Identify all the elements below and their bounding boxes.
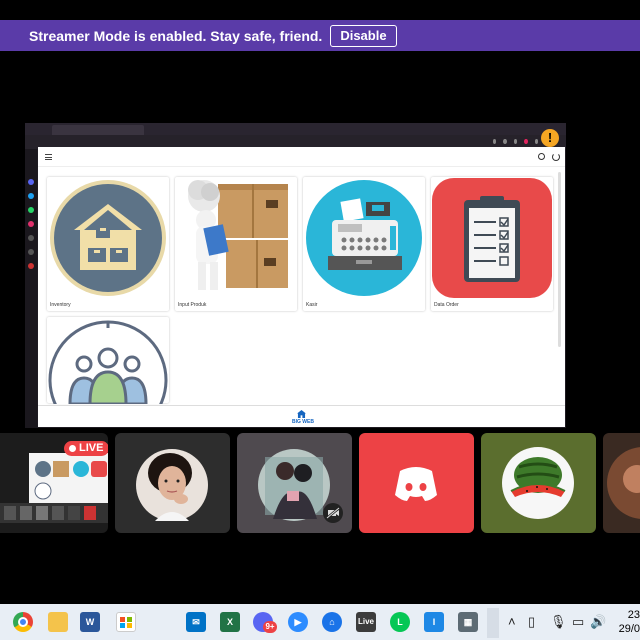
card-label: Inventory: [50, 302, 71, 308]
avatar: [136, 449, 208, 521]
network-icon[interactable]: ▭: [572, 612, 584, 632]
teams-icon[interactable]: I: [424, 612, 444, 632]
boxes-person-icon: [176, 178, 296, 298]
discord-logo-icon: [395, 467, 437, 501]
calculator-icon[interactable]: ▦: [458, 612, 478, 632]
stream-preview-screen: [29, 453, 108, 503]
inventory-web-app: Inventory Input Produk Kasir Data Order …: [38, 147, 565, 427]
browser-tabbar: [25, 123, 566, 135]
microphone-icon[interactable]: 🎙: [550, 612, 567, 632]
word-icon[interactable]: W: [80, 612, 100, 632]
card-label: Data Order: [434, 302, 459, 308]
bottom-nav: BIG WEB: [38, 405, 565, 427]
excel-icon[interactable]: X: [220, 612, 240, 632]
windows-taskbar: W ✉ X 9+ ▶ ⌂ Live L I ▦ ˄ ▯ 🎙 ▭ 🔊 23 29/…: [0, 604, 640, 640]
menu-card-inventory[interactable]: Inventory: [47, 177, 169, 311]
warehouse-icon: [48, 178, 168, 298]
avatar: [502, 447, 574, 519]
chevron-up-icon[interactable]: ˄: [508, 612, 516, 632]
menu-card-data-order[interactable]: Data Order: [431, 177, 553, 311]
streamer-mode-banner: Streamer Mode is enabled. Stay safe, fri…: [0, 20, 640, 51]
app-header: [38, 147, 565, 167]
discord-badge: 9+: [263, 621, 277, 633]
clock-time: 23: [627, 609, 640, 621]
file-explorer-icon[interactable]: [48, 612, 68, 632]
clipboard-checklist-icon: [432, 178, 552, 298]
live-badge: LIVE: [64, 441, 108, 456]
exclamation-icon[interactable]: !: [541, 129, 559, 147]
stream-preview-taskbar: [0, 503, 108, 523]
zoom-icon[interactable]: ▶: [288, 612, 308, 632]
card-label: Input Produk: [178, 302, 207, 308]
chrome-icon[interactable]: [13, 612, 33, 632]
browser-extension-icons: [493, 139, 539, 145]
home-icon[interactable]: [297, 410, 306, 418]
search-icon[interactable]: [538, 153, 545, 160]
disable-streamer-mode-button[interactable]: Disable: [330, 24, 397, 47]
users-group-icon: [48, 318, 168, 404]
desktop: Streamer Mode is enabled. Stay safe, fri…: [0, 0, 640, 640]
cash-register-icon: [304, 178, 424, 298]
chrome-remote-icon[interactable]: ⌂: [322, 612, 342, 632]
participant-tile-discord[interactable]: [359, 433, 474, 533]
browser-tab: [52, 125, 144, 135]
refresh-icon[interactable]: [552, 153, 560, 161]
line-icon[interactable]: L: [390, 612, 410, 632]
scrollbar[interactable]: [558, 172, 561, 347]
system-clock[interactable]: 23 29/0: [602, 608, 640, 636]
card-label: Kasir: [306, 302, 318, 308]
avatar: [607, 447, 640, 519]
browser-sidebar: [25, 149, 37, 428]
address-url: [92, 138, 282, 146]
taskbar-scroll[interactable]: [487, 608, 499, 638]
microsoft-store-icon[interactable]: [116, 612, 136, 632]
home-label[interactable]: BIG WEB: [292, 419, 314, 425]
banner-message: Streamer Mode is enabled. Stay safe, fri…: [29, 27, 323, 44]
participant-tile-couple[interactable]: [237, 433, 352, 533]
hamburger-menu-icon[interactable]: [45, 154, 52, 160]
clock-date: 29/0: [618, 623, 640, 635]
participant-tile-girl[interactable]: [115, 433, 230, 533]
menu-card-kasir[interactable]: Kasir: [303, 177, 425, 311]
live-icon[interactable]: Live: [356, 612, 376, 632]
menu-card-users[interactable]: [47, 317, 169, 404]
menu-card-input-produk[interactable]: Input Produk: [175, 177, 297, 311]
participant-tile-watermelon[interactable]: [481, 433, 596, 533]
participant-tile-partial[interactable]: [603, 433, 640, 533]
stream-preview-tile[interactable]: LIVE: [0, 433, 108, 533]
discord-icon[interactable]: 9+: [253, 612, 277, 633]
phone-link-icon[interactable]: ▯: [528, 612, 535, 632]
camera-off-icon: [323, 503, 343, 523]
mail-icon[interactable]: ✉: [186, 612, 206, 632]
